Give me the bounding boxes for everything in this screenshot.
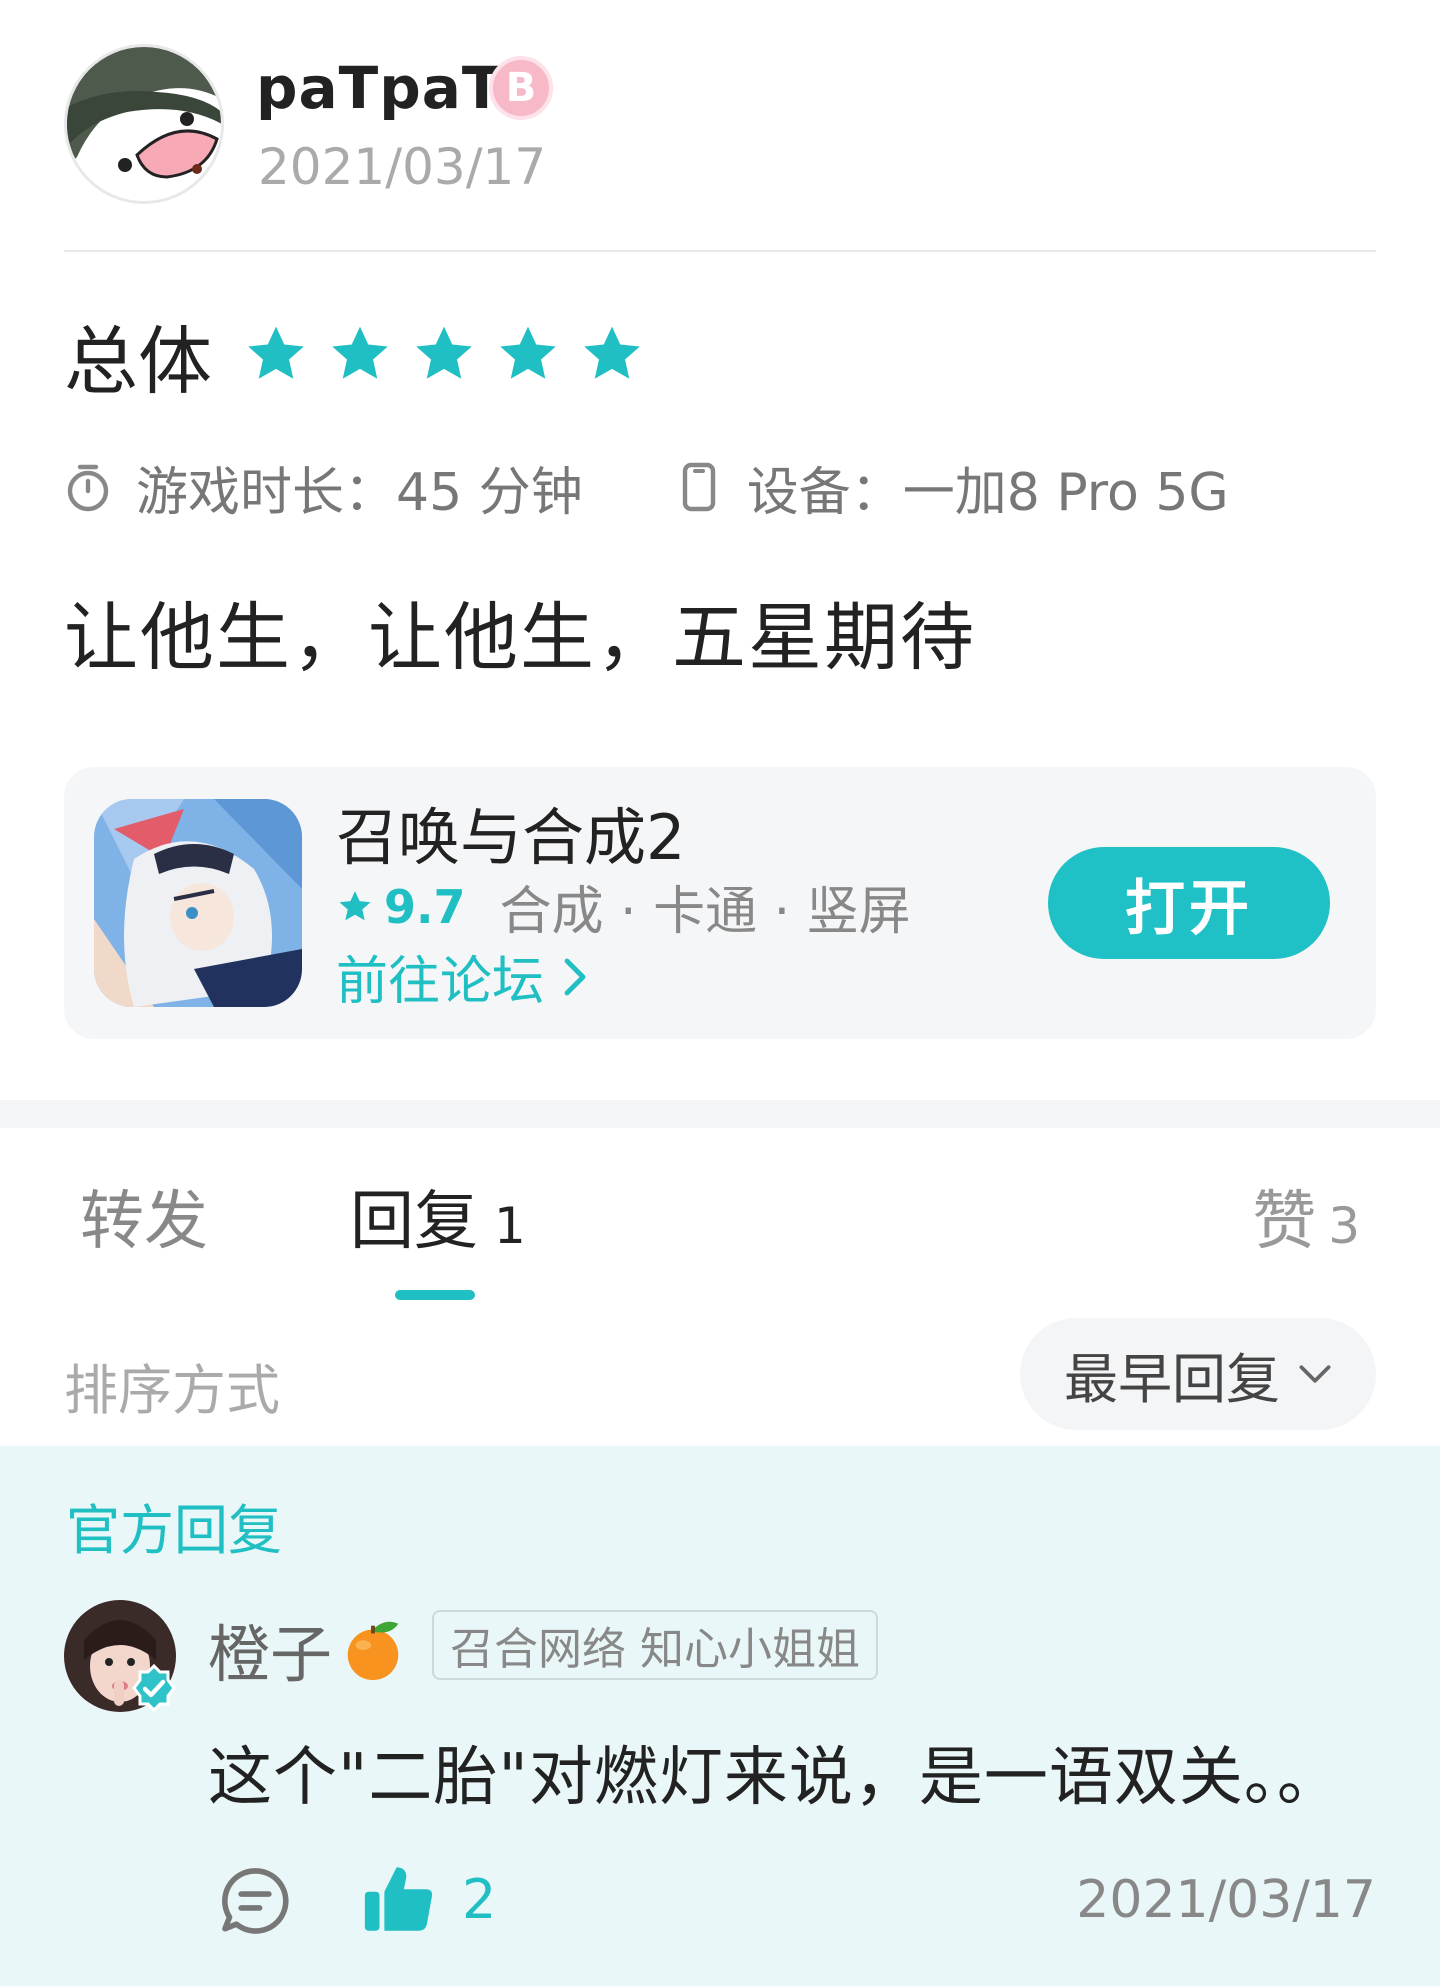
header-divider <box>64 250 1376 252</box>
thumbs-up-icon[interactable] <box>360 1860 438 1938</box>
star-icon <box>248 326 304 379</box>
tab-reply-count: 1 <box>494 1197 526 1255</box>
phone-icon <box>682 462 715 512</box>
tab-like-label: 赞 <box>1252 1185 1317 1259</box>
game-icon[interactable] <box>94 799 302 1007</box>
star-rating <box>242 321 646 389</box>
star-icon <box>332 326 388 379</box>
star-icon <box>416 326 472 379</box>
reply-like-count: 2 <box>462 1868 497 1931</box>
game-card[interactable]: 召唤与合成2 9.7 合成 · 卡通 · 竖屏 前往论坛 打开 <box>64 767 1376 1039</box>
device: 设备：一加8 Pro 5G <box>675 450 1229 525</box>
reply-author-name[interactable]: 橙子 <box>208 1604 408 1694</box>
comment-icon[interactable] <box>218 1864 292 1938</box>
playtime: 游戏时长：45 分钟 <box>64 450 583 525</box>
section-divider <box>0 1100 1440 1128</box>
tab-like[interactable]: 赞3 <box>1252 1170 1360 1262</box>
game-score: 9.7 <box>384 879 466 934</box>
forum-link[interactable]: 前往论坛 <box>336 939 592 1014</box>
verified-icon <box>132 1664 176 1712</box>
author-username[interactable]: paTpaT <box>256 54 502 122</box>
reply-body: 这个"二胎"对燃灯来说，是一语双关。。 <box>208 1741 1342 1815</box>
orange-emoji-icon <box>347 1621 399 1681</box>
chevron-down-icon <box>1299 1365 1331 1383</box>
rating-label: 总体 <box>64 318 212 405</box>
game-info: 9.7 合成 · 卡通 · 竖屏 <box>336 869 911 944</box>
author-avatar[interactable] <box>64 44 224 204</box>
review-header: paTpaT B 2021/03/17 <box>64 40 1376 210</box>
tab-reply[interactable]: 回复 1 <box>350 1170 526 1262</box>
playtime-text: 游戏时长：45 分钟 <box>136 462 583 523</box>
reply-author-role-badge: 召合网络 知心小姐姐 <box>432 1610 878 1680</box>
tab-like-count: 3 <box>1328 1197 1360 1255</box>
tab-forward[interactable]: 转发 <box>80 1170 208 1262</box>
official-reply-label: 官方回复 <box>66 1499 282 1562</box>
timer-icon <box>67 464 109 512</box>
reply-date: 2021/03/17 <box>1076 1870 1376 1930</box>
open-game-button[interactable]: 打开 <box>1048 847 1330 959</box>
official-reply-section: 官方回复 橙子 召合网络 知心小姐姐 这个"二胎"对燃灯来说，是一语双关。。 2… <box>0 1446 1440 1986</box>
forum-link-label: 前往论坛 <box>336 952 545 1012</box>
sort-dropdown[interactable]: 最早回复 <box>1020 1318 1376 1430</box>
reply-author-text: 橙子 <box>208 1618 333 1691</box>
rating-row: 总体 <box>64 310 646 405</box>
tab-forward-label: 转发 <box>80 1185 208 1259</box>
game-tags: 合成 · 卡通 · 竖屏 <box>499 882 911 942</box>
star-icon <box>500 326 556 379</box>
review-body: 让他生，让他生，五星期待 <box>64 595 976 681</box>
user-level-badge: B <box>489 56 553 120</box>
tab-reply-label: 回复 <box>350 1185 478 1259</box>
game-title[interactable]: 召唤与合成2 <box>336 787 685 877</box>
star-icon <box>339 890 371 920</box>
chevron-right-icon <box>564 958 586 995</box>
star-icon <box>584 326 640 379</box>
sort-label: 排序方式 <box>64 1359 280 1422</box>
post-date: 2021/03/17 <box>258 138 547 196</box>
reply-avatar[interactable] <box>64 1600 176 1712</box>
device-text: 设备：一加8 Pro 5G <box>746 462 1229 523</box>
tab-active-indicator <box>395 1290 475 1300</box>
sort-selected: 最早回复 <box>1064 1347 1280 1411</box>
review-meta: 游戏时长：45 分钟 设备：一加8 Pro 5G <box>64 450 1229 525</box>
